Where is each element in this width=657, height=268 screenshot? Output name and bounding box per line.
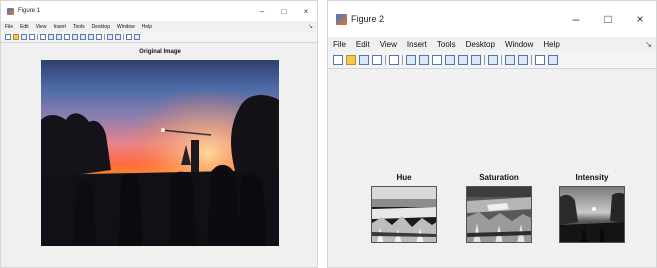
figure-1-title: Figure 1 [18, 8, 41, 14]
menu-desktop[interactable]: Desktop [466, 40, 495, 49]
menu-tools[interactable]: Tools [437, 40, 456, 49]
minimize-button[interactable]: – [560, 12, 592, 26]
zoom-out-icon[interactable] [419, 54, 429, 65]
menu-overflow-arrow-icon[interactable]: ↘ [308, 23, 313, 30]
menu-window[interactable]: Window [505, 40, 533, 49]
menu-view[interactable]: View [36, 24, 47, 30]
print-icon[interactable] [29, 34, 35, 40]
minimize-button[interactable]: – [251, 7, 273, 16]
data-cursor-icon[interactable] [80, 34, 86, 40]
hide-tools-icon[interactable] [126, 34, 132, 40]
link-icon[interactable] [488, 54, 498, 65]
zoom-in-icon[interactable] [406, 54, 416, 65]
original-image-title: Original Image [139, 49, 181, 55]
brush-icon[interactable] [471, 54, 481, 65]
figure-1-window: Figure 1 – □ × File Edit View Insert Too… [0, 0, 318, 268]
toolbar-separator [104, 34, 105, 40]
menu-desktop[interactable]: Desktop [92, 24, 110, 30]
pointer-icon[interactable] [389, 54, 399, 65]
toolbar-separator [385, 54, 386, 65]
figure-2-title: Figure 2 [351, 14, 385, 24]
hue-title: Hue [396, 173, 412, 182]
hue-image [371, 186, 437, 243]
close-button[interactable]: × [624, 12, 656, 26]
menu-view[interactable]: View [380, 40, 397, 49]
maximize-button[interactable]: □ [273, 7, 295, 16]
toolbar-separator [402, 54, 403, 65]
menu-edit[interactable]: Edit [20, 24, 29, 30]
saturation-title: Saturation [479, 173, 519, 182]
menu-insert[interactable]: Insert [407, 40, 427, 49]
zoom-in-icon[interactable] [48, 34, 54, 40]
open-icon[interactable] [13, 34, 19, 40]
pan-icon[interactable] [432, 54, 442, 65]
rotate-icon[interactable] [445, 54, 455, 65]
menu-window[interactable]: Window [117, 24, 135, 30]
menu-overflow-arrow-icon[interactable]: ↘ [645, 40, 652, 49]
matlab-app-icon [336, 13, 347, 25]
close-button[interactable]: × [295, 7, 317, 16]
rotate-icon[interactable] [72, 34, 78, 40]
hide-tools-icon[interactable] [535, 54, 545, 65]
pointer-icon[interactable] [40, 34, 46, 40]
menu-file[interactable]: File [333, 40, 346, 49]
data-cursor-icon[interactable] [458, 54, 468, 65]
colorbar-icon[interactable] [107, 34, 113, 40]
figure-2-toolbar [328, 51, 656, 69]
figure-2-window: Figure 2 – □ × File Edit View Insert Too… [327, 0, 657, 268]
toolbar-separator [531, 54, 532, 65]
figure-2-menubar: File Edit View Insert Tools Desktop Wind… [328, 37, 656, 51]
menu-edit[interactable]: Edit [356, 40, 370, 49]
toolbar-separator [123, 34, 124, 40]
legend-icon[interactable] [518, 54, 528, 65]
pan-icon[interactable] [64, 34, 70, 40]
figure-1-titlebar[interactable]: Figure 1 – □ × [1, 1, 317, 21]
colorbar-icon[interactable] [505, 54, 515, 65]
figure-2-titlebar[interactable]: Figure 2 – □ × [328, 1, 656, 37]
print-icon[interactable] [372, 54, 382, 65]
new-figure-icon[interactable] [5, 34, 11, 40]
maximize-button[interactable]: □ [592, 12, 624, 26]
new-figure-icon[interactable] [333, 54, 343, 65]
intensity-title: Intensity [575, 173, 609, 182]
intensity-image [559, 186, 625, 243]
menu-tools[interactable]: Tools [73, 24, 85, 30]
brush-icon[interactable] [88, 34, 94, 40]
menu-help[interactable]: Help [142, 24, 152, 30]
save-icon[interactable] [359, 54, 369, 65]
figure-1-toolbar [1, 32, 317, 43]
saturation-image [466, 186, 532, 243]
menu-help[interactable]: Help [543, 40, 559, 49]
original-image [41, 60, 279, 246]
menu-insert[interactable]: Insert [53, 24, 66, 30]
save-icon[interactable] [21, 34, 27, 40]
dock-icon[interactable] [134, 34, 140, 40]
matlab-app-icon [7, 7, 14, 15]
toolbar-separator [484, 54, 485, 65]
open-icon[interactable] [346, 54, 356, 65]
toolbar-separator [37, 34, 38, 40]
menu-file[interactable]: File [5, 24, 13, 30]
figure-1-menubar: File Edit View Insert Tools Desktop Wind… [1, 21, 317, 32]
zoom-out-icon[interactable] [56, 34, 62, 40]
link-icon[interactable] [96, 34, 102, 40]
legend-icon[interactable] [115, 34, 121, 40]
toolbar-separator [501, 54, 502, 65]
dock-icon[interactable] [548, 54, 558, 65]
